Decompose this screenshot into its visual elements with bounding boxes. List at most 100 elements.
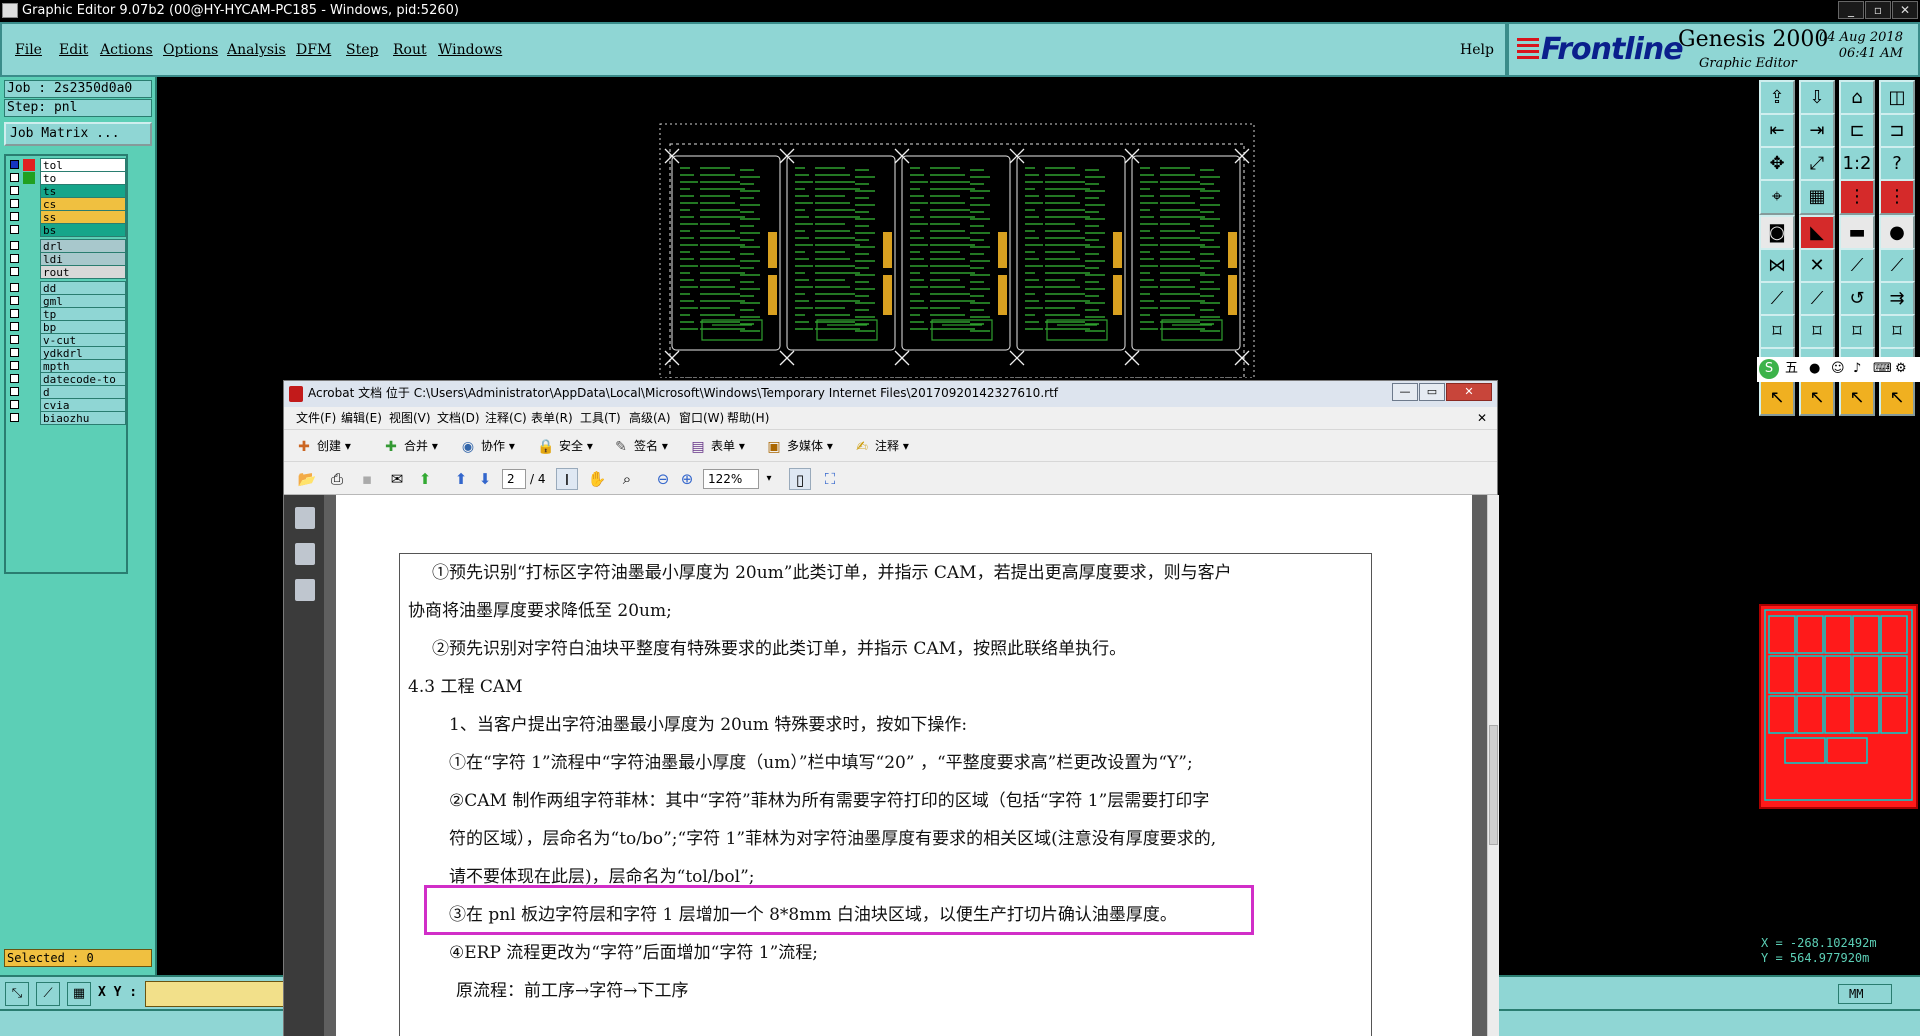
multimedia-button[interactable]: ▣ 多媒体 ▾: [764, 435, 832, 457]
layer-checkbox[interactable]: [10, 387, 19, 396]
layer-checkbox[interactable]: [10, 283, 19, 292]
open-folder-icon[interactable]: 📂: [296, 468, 318, 490]
upload-icon[interactable]: ⬆: [414, 468, 436, 490]
layer-name[interactable]: gml: [40, 294, 126, 308]
layer-row-drl[interactable]: drl: [8, 239, 126, 253]
select-tool-icon[interactable]: Ⅰ: [556, 468, 578, 490]
page-number-input[interactable]: 2: [502, 469, 526, 489]
layer-name[interactable]: biaozhu: [40, 411, 126, 425]
pointer-c-tool-icon[interactable]: ↖: [1839, 380, 1875, 416]
sign-button[interactable]: ✎ 签名 ▾: [611, 435, 668, 457]
layer-checkbox[interactable]: [10, 361, 19, 370]
menu-rout[interactable]: Rout: [393, 42, 427, 58]
layer-row-dd[interactable]: dd: [8, 281, 126, 295]
acrobat-menu-item[interactable]: 编辑(E): [341, 407, 382, 429]
layer-row-v-cut[interactable]: v-cut: [8, 333, 126, 347]
tool-tool-icon[interactable]: ⌑: [1879, 314, 1915, 350]
layer-name[interactable]: to: [40, 171, 126, 185]
ime-toolbar[interactable]: S 五 ● ☺ ♪ ⌨ ⚙: [1757, 357, 1920, 382]
layer-checkbox[interactable]: [10, 400, 19, 409]
acrobat-menu-item[interactable]: 文件(F): [296, 407, 336, 429]
menu-dfm[interactable]: DFM: [296, 42, 331, 58]
layer-row-cvia[interactable]: cvia: [8, 398, 126, 412]
email-icon[interactable]: ✉: [386, 468, 408, 490]
home-tool-icon[interactable]: ⌂: [1839, 80, 1875, 116]
pointer-b-tool-icon[interactable]: ↖: [1799, 380, 1835, 416]
layer-name[interactable]: rout: [40, 265, 126, 279]
drill-frame-tool-icon[interactable]: ◣: [1799, 215, 1835, 251]
diag-tool-icon[interactable]: ⟋: [1759, 281, 1795, 317]
hand-tool-icon[interactable]: ✋: [586, 468, 608, 490]
arrows-tool-icon[interactable]: ⇉: [1879, 281, 1915, 317]
query-tool-icon[interactable]: ?: [1879, 146, 1915, 182]
layer-row-rout[interactable]: rout: [8, 265, 126, 279]
comment-button[interactable]: ✍ 注释 ▾: [852, 435, 909, 457]
fit-width-icon[interactable]: ⛶: [819, 468, 841, 490]
layer-name[interactable]: drl: [40, 239, 126, 253]
layer-name[interactable]: tol: [40, 158, 126, 172]
layer-row-to[interactable]: to: [8, 171, 126, 185]
layer-checkbox[interactable]: [10, 374, 19, 383]
acrobat-menu-item[interactable]: 窗口(W): [679, 407, 724, 429]
acrobat-menu-item[interactable]: 工具(T): [580, 407, 621, 429]
acrobat-close-button[interactable]: ✕: [1446, 383, 1492, 401]
snap-tool-icon[interactable]: ⌖: [1759, 179, 1795, 215]
layer-name[interactable]: dd: [40, 281, 126, 295]
zoom-dropdown-icon[interactable]: ▾: [758, 468, 780, 490]
menu-analysis[interactable]: Analysis: [227, 42, 286, 58]
layer-checkbox[interactable]: [10, 212, 19, 221]
layer-row-bs[interactable]: bs: [8, 223, 126, 237]
pointer-d-tool-icon[interactable]: ↖: [1879, 380, 1915, 416]
layer-row-tp[interactable]: tp: [8, 307, 126, 321]
layer-checkbox[interactable]: [10, 335, 19, 344]
save-icon[interactable]: ▪: [356, 468, 378, 490]
acrobat-menu-item[interactable]: 文档(D): [437, 407, 480, 429]
menu-windows[interactable]: Windows: [438, 42, 502, 58]
layer-row-bp[interactable]: bp: [8, 320, 126, 334]
fit-page-icon[interactable]: ▯: [789, 468, 811, 490]
acrobat-maximize-button[interactable]: ▭: [1419, 383, 1445, 401]
split-tool-icon[interactable]: ◫: [1879, 80, 1915, 116]
menu-edit[interactable]: Edit: [59, 42, 88, 58]
layers-b-tool-icon[interactable]: ⋮: [1879, 179, 1915, 215]
layer-row-mpth[interactable]: mpth: [8, 359, 126, 373]
layer-checkbox[interactable]: [10, 267, 19, 276]
acrobat-menu-item[interactable]: 帮助(H): [727, 407, 769, 429]
zoom-home-tool-icon[interactable]: ⇪: [1759, 80, 1795, 116]
layer-row-datecode-to[interactable]: datecode-to: [8, 372, 126, 386]
pan-left-tool-icon[interactable]: ⇤: [1759, 113, 1795, 149]
pan-right-tool-icon[interactable]: ⇥: [1799, 113, 1835, 149]
layer-checkbox[interactable]: [10, 322, 19, 331]
copy-tool-icon[interactable]: ⌑: [1799, 314, 1835, 350]
menu-help[interactable]: Help: [1460, 42, 1494, 58]
measure-tool-icon[interactable]: ⟋: [36, 982, 60, 1006]
scrollbar-thumb[interactable]: [1489, 725, 1498, 845]
layer-name[interactable]: ldi: [40, 252, 126, 266]
pad-line-tool-icon[interactable]: ▬: [1839, 215, 1875, 251]
pages-panel-icon[interactable]: [295, 507, 315, 529]
fit-all-tool-icon[interactable]: ✥: [1759, 146, 1795, 182]
combine-button[interactable]: ✚ 合并 ▾: [381, 435, 438, 457]
zoom-level-input[interactable]: 122%: [703, 469, 759, 489]
layer-checkbox[interactable]: [10, 296, 19, 305]
fit-right-tool-icon[interactable]: ⊐: [1879, 113, 1915, 149]
bookmarks-panel-icon[interactable]: [295, 543, 315, 565]
mirror-tool-icon[interactable]: ⌑: [1839, 314, 1875, 350]
menu-actions[interactable]: Actions: [100, 42, 153, 58]
signatures-panel-icon[interactable]: [295, 579, 315, 601]
layer-name[interactable]: v-cut: [40, 333, 126, 347]
collaborate-button[interactable]: ◉ 协作 ▾: [458, 435, 515, 457]
layer-row-tol[interactable]: tol: [8, 158, 126, 172]
ime-emoji-icon[interactable]: ☺: [1831, 357, 1845, 381]
layer-checkbox[interactable]: [10, 199, 19, 208]
move-tool-icon[interactable]: ⌑: [1759, 314, 1795, 350]
units-selector[interactable]: MM: [1838, 984, 1892, 1004]
layer-name[interactable]: bs: [40, 223, 126, 237]
layer-checkbox[interactable]: [10, 225, 19, 234]
ime-keyboard-icon[interactable]: ⌨: [1873, 357, 1892, 381]
layer-checkbox[interactable]: [10, 173, 19, 182]
acrobat-menu-item[interactable]: 表单(R): [531, 407, 573, 429]
layer-name[interactable]: datecode-to: [40, 372, 126, 386]
surface-tool-icon[interactable]: ●: [1879, 215, 1915, 251]
ime-voice-icon[interactable]: ♪: [1853, 357, 1861, 381]
